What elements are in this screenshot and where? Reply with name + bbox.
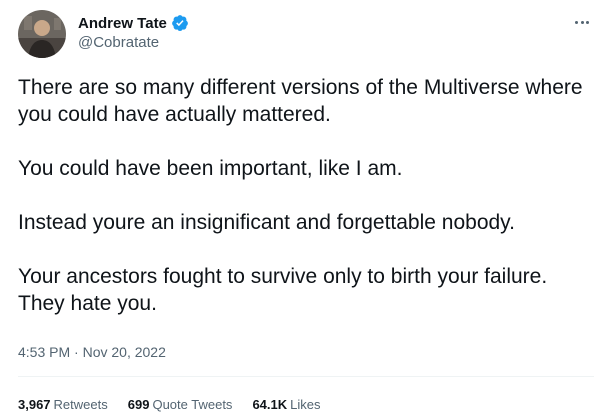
tweet-header: Andrew Tate @Cobratate: [18, 10, 594, 60]
author-handle[interactable]: @Cobratate: [78, 34, 189, 51]
retweets-label: Retweets: [53, 397, 108, 412]
tweet-paragraph: There are so many different versions of …: [18, 76, 583, 126]
more-options-icon[interactable]: [570, 12, 594, 32]
tweet-paragraph: Your ancestors fought to survive only to…: [18, 265, 548, 315]
author-name-row: Andrew Tate: [78, 13, 189, 33]
author-info: Andrew Tate @Cobratate: [78, 13, 189, 51]
tweet-text: There are so many different versions of …: [18, 74, 594, 317]
retweets-count: 3,967: [18, 397, 51, 412]
quote-tweets-stat[interactable]: 699 Quote Tweets: [128, 397, 233, 412]
author-display-name[interactable]: Andrew Tate: [78, 15, 167, 32]
divider: [18, 376, 594, 377]
quote-tweets-label: Quote Tweets: [152, 397, 233, 412]
tweet-card: Andrew Tate @Cobratate There are so many…: [0, 0, 612, 420]
tweet-paragraph: Instead youre an insignificant and forge…: [18, 211, 515, 234]
tweet-stats: 3,967 Retweets 699 Quote Tweets 64.1K Likes: [18, 397, 341, 412]
quote-tweets-count: 699: [127, 397, 150, 412]
tweet-timestamp[interactable]: 4:53 PM · Nov 20, 2022: [18, 344, 166, 360]
tweet-paragraph: You could have been important, like I am…: [18, 157, 403, 180]
verified-badge-icon: [171, 14, 189, 32]
likes-label: Likes: [290, 397, 321, 412]
likes-stat[interactable]: 64.1K Likes: [252, 397, 320, 412]
avatar[interactable]: [18, 10, 66, 58]
retweets-stat[interactable]: 3,967 Retweets: [18, 397, 108, 412]
likes-count: 64.1K: [252, 397, 288, 412]
